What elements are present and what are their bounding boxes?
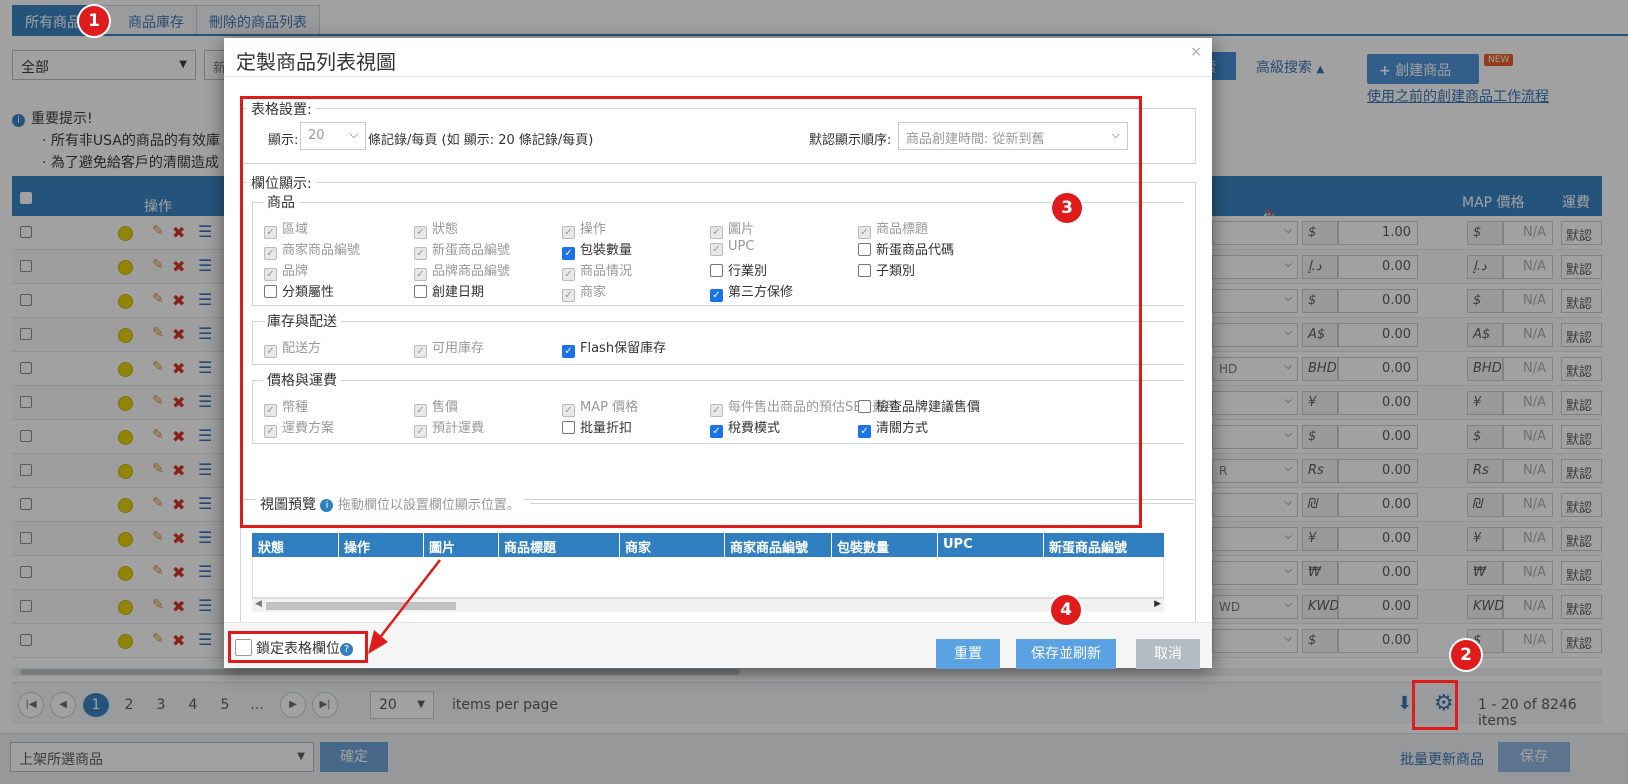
preview-column-divider [338, 533, 339, 557]
preview-column[interactable]: 包裝數量 [837, 537, 889, 556]
scroll-left-arrow-icon[interactable]: ◀ [255, 599, 262, 609]
preview-column[interactable]: 狀態 [258, 537, 284, 556]
help-icon: ? [340, 643, 353, 656]
scroll-right-arrow-icon[interactable]: ▶ [1154, 599, 1161, 609]
reset-button[interactable]: 重置 [936, 639, 1000, 669]
preview-column-divider [423, 533, 424, 557]
annotation-badge-3: 3 [1052, 193, 1082, 223]
lock-columns-label: 鎖定表格欄位 [256, 641, 340, 657]
preview-column-divider [724, 533, 725, 557]
preview-column[interactable]: 操作 [344, 537, 370, 556]
lock-columns-checkbox[interactable]: 鎖定表格欄位? [228, 631, 368, 663]
preview-column-divider [937, 533, 938, 557]
preview-column[interactable]: 新蛋商品編號 [1049, 537, 1127, 556]
arrow-to-lock-icon [368, 559, 441, 654]
annotation-badge-2: 2 [1451, 640, 1481, 670]
customize-view-dialog: 定製商品列表視圖 × 表格設置: 顯示: 20 ⌵ 條記錄/每頁 (如 顯示: 2… [224, 38, 1212, 669]
preview-column-divider [1043, 533, 1044, 557]
preview-column[interactable]: 商家商品編號 [730, 537, 808, 556]
gear-highlight-frame [1412, 680, 1458, 730]
cancel-button[interactable]: 取消 [1136, 639, 1200, 669]
preview-column[interactable]: 圖片 [429, 537, 455, 556]
annotation-badge-1: 1 [79, 6, 109, 36]
preview-column-divider [619, 533, 620, 557]
preview-column[interactable]: 商家 [625, 537, 651, 556]
dialog-title: 定製商品列表視圖 [236, 50, 396, 74]
checkbox-icon [235, 639, 252, 656]
preview-column-divider [498, 533, 499, 557]
close-icon[interactable]: × [1190, 44, 1202, 60]
save-and-refresh-button[interactable]: 保存並刷新 [1016, 639, 1116, 669]
settings-highlight-frame [240, 96, 1142, 528]
preview-column-divider [831, 533, 832, 557]
preview-column[interactable]: UPC [943, 537, 973, 552]
title-divider [224, 76, 1212, 77]
preview-column-header: 狀態 操作 圖片 商品標題 商家 商家商品編號 包裝數量 UPC 新蛋商品編號 [252, 533, 1164, 557]
annotation-badge-4: 4 [1051, 595, 1081, 625]
preview-column[interactable]: 商品標題 [504, 537, 556, 556]
